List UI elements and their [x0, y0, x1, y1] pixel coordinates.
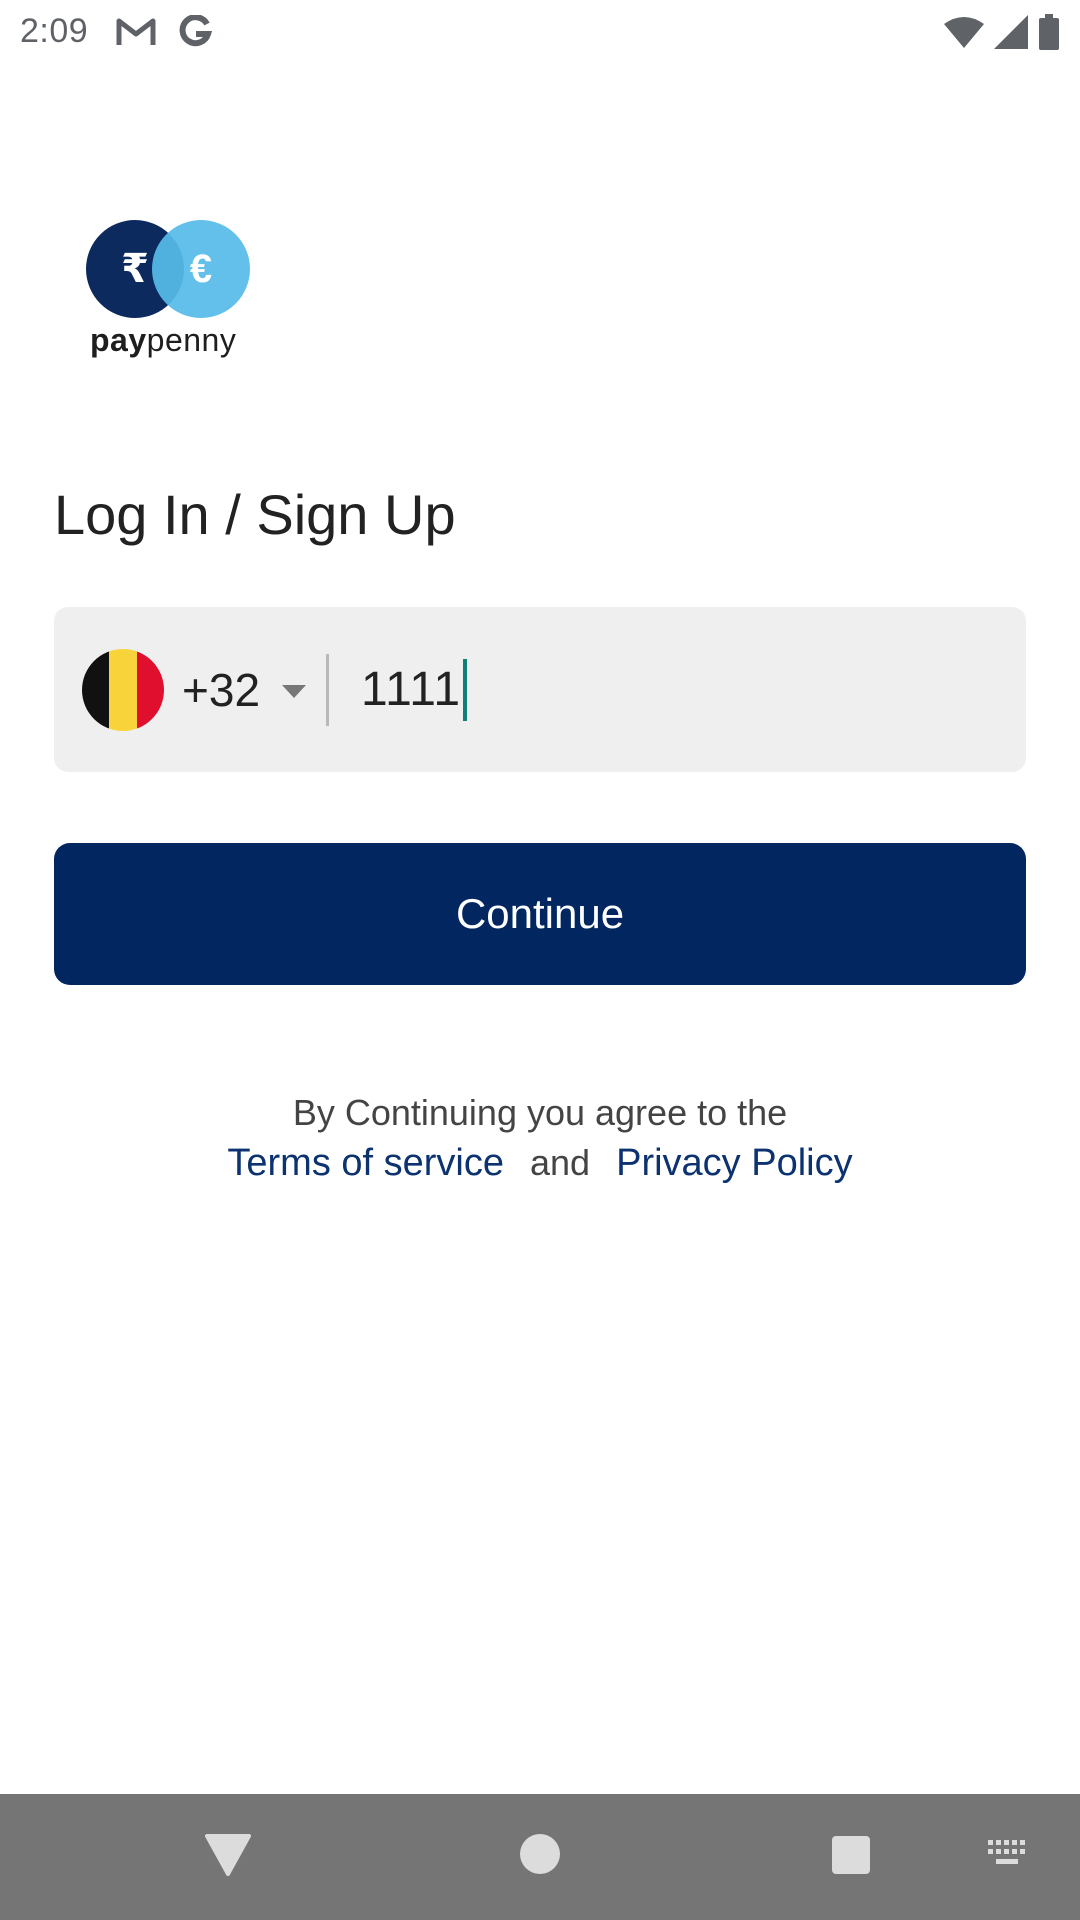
gmail-icon: [116, 18, 156, 45]
field-divider: [326, 653, 330, 726]
text-cursor: [463, 658, 468, 721]
navigation-bar: [0, 1794, 1080, 1920]
euro-icon: €: [152, 220, 250, 318]
chevron-down-icon[interactable]: [282, 685, 307, 698]
status-bar: 2:09: [0, 0, 1080, 63]
wifi-icon: [944, 16, 984, 48]
continue-button[interactable]: Continue: [54, 843, 1026, 985]
privacy-policy-link[interactable]: Privacy Policy: [616, 1142, 853, 1185]
logo-wordmark: paypenny: [90, 322, 236, 359]
keyboard-icon[interactable]: [986, 1838, 1030, 1868]
battery-icon: [1039, 13, 1059, 50]
belgium-flag-icon[interactable]: [82, 648, 164, 731]
phone-number-input[interactable]: 1111: [361, 662, 461, 717]
paypenny-logo: ₹ € paypenny: [84, 218, 254, 358]
agreement-text: By Continuing you agree to the: [292, 1092, 788, 1133]
page-title: Log In / Sign Up: [54, 483, 456, 546]
phone-input-field[interactable]: +32 1111: [54, 607, 1026, 772]
status-time: 2:09: [20, 12, 89, 50]
home-icon[interactable]: [520, 1834, 560, 1874]
signal-icon: [994, 14, 1028, 49]
agreement-links: Terms of service and Privacy Policy: [0, 1142, 1080, 1185]
logo-text-bold: pay: [90, 322, 147, 358]
and-text: and: [530, 1142, 591, 1183]
recents-icon[interactable]: [832, 1836, 870, 1874]
login-screen: 2:09 ₹ € paypenny Log In / Sign Up +32 1…: [0, 0, 1080, 1920]
back-icon[interactable]: [205, 1832, 251, 1878]
country-code[interactable]: +32: [182, 663, 260, 717]
system-status-icons: [944, 13, 1060, 50]
notification-icons: [116, 14, 213, 49]
terms-of-service-link[interactable]: Terms of service: [227, 1142, 504, 1185]
google-icon: [179, 14, 213, 46]
logo-coins: ₹ €: [84, 218, 254, 322]
logo-text-regular: penny: [146, 322, 237, 358]
